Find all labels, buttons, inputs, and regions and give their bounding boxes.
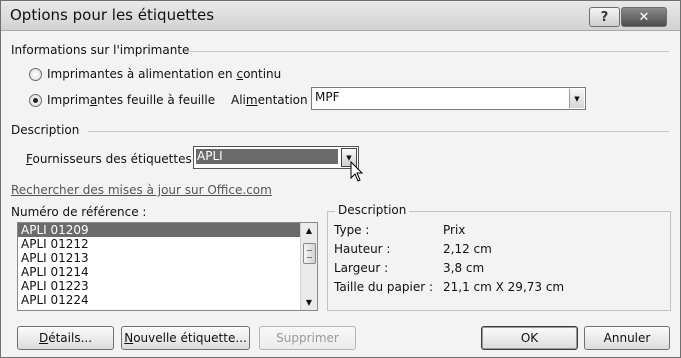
scroll-up-icon[interactable]: ▲: [301, 223, 317, 238]
printer-info-heading: Informations sur l'imprimante: [11, 43, 190, 57]
help-icon: ?: [600, 9, 609, 25]
feed-select[interactable]: MPF ▼: [311, 87, 586, 110]
detail-key: Taille du papier :: [334, 280, 434, 294]
list-scrollbar[interactable]: ▲ ▼: [300, 223, 317, 310]
detail-key: Type :: [334, 223, 370, 237]
detail-value: 2,12 cm: [443, 242, 492, 256]
label-options-dialog: Options pour les étiquettes ? ✕ Informat…: [0, 0, 681, 358]
mouse-pointer-icon: [350, 161, 364, 182]
reference-number-list[interactable]: APLI 01209 APLI 01212 APLI 01213 APLI 01214…: [17, 222, 318, 311]
title-bar[interactable]: Options pour les étiquettes ? ✕: [1, 1, 680, 31]
details-heading: Description: [335, 203, 410, 217]
description-heading: Description: [11, 123, 80, 137]
sheet-feed-radio[interactable]: [29, 94, 42, 107]
feed-select-value: MPF: [315, 90, 340, 104]
list-item[interactable]: APLI 01214: [18, 265, 317, 279]
list-item[interactable]: APLI 01212: [18, 237, 317, 251]
detail-value: Prix: [443, 223, 466, 237]
delete-button[interactable]: Supprimer: [259, 326, 356, 350]
detail-value: 21,1 cm X 29,73 cm: [443, 280, 565, 294]
reference-number-label: Numéro de référence :: [11, 205, 147, 219]
list-item[interactable]: APLI 01209: [18, 223, 317, 237]
details-button[interactable]: Détails...: [17, 326, 114, 350]
detail-key: Hauteur :: [334, 242, 391, 256]
close-icon: ✕: [638, 9, 650, 25]
scroll-down-icon[interactable]: ▼: [301, 295, 317, 310]
cancel-button[interactable]: Annuler: [584, 326, 670, 350]
office-updates-link[interactable]: Rechercher des mises à jour sur Office.c…: [11, 183, 272, 197]
feed-label: Alimentation :: [231, 93, 316, 107]
dialog-title: Options pour les étiquettes: [10, 6, 215, 24]
new-label-button[interactable]: Nouvelle étiquette...: [121, 326, 250, 350]
detail-key: Largeur :: [334, 261, 389, 275]
ok-button[interactable]: OK: [481, 326, 578, 350]
scroll-thumb[interactable]: [303, 243, 316, 264]
help-button[interactable]: ?: [589, 7, 620, 27]
continuous-feed-radio[interactable]: [29, 68, 42, 81]
list-item[interactable]: APLI 01223: [18, 279, 317, 293]
list-items-container: APLI 01209 APLI 01212 APLI 01213 APLI 01214…: [18, 223, 317, 307]
close-button[interactable]: ✕: [621, 7, 667, 27]
group-divider: [184, 51, 669, 52]
list-item[interactable]: APLI 01224: [18, 293, 317, 307]
vendor-select[interactable]: APLI ▼: [193, 146, 359, 169]
vendor-label: Fournisseurs des étiquettes :: [26, 152, 200, 166]
group-divider: [88, 131, 669, 132]
continuous-feed-label[interactable]: Imprimantes à alimentation en continu: [47, 67, 281, 81]
chevron-down-icon[interactable]: ▼: [569, 89, 584, 108]
sheet-feed-label[interactable]: Imprimantes feuille à feuille: [47, 93, 215, 107]
list-item[interactable]: APLI 01213: [18, 251, 317, 265]
detail-value: 3,8 cm: [443, 261, 485, 275]
vendor-select-value: APLI: [197, 149, 223, 163]
